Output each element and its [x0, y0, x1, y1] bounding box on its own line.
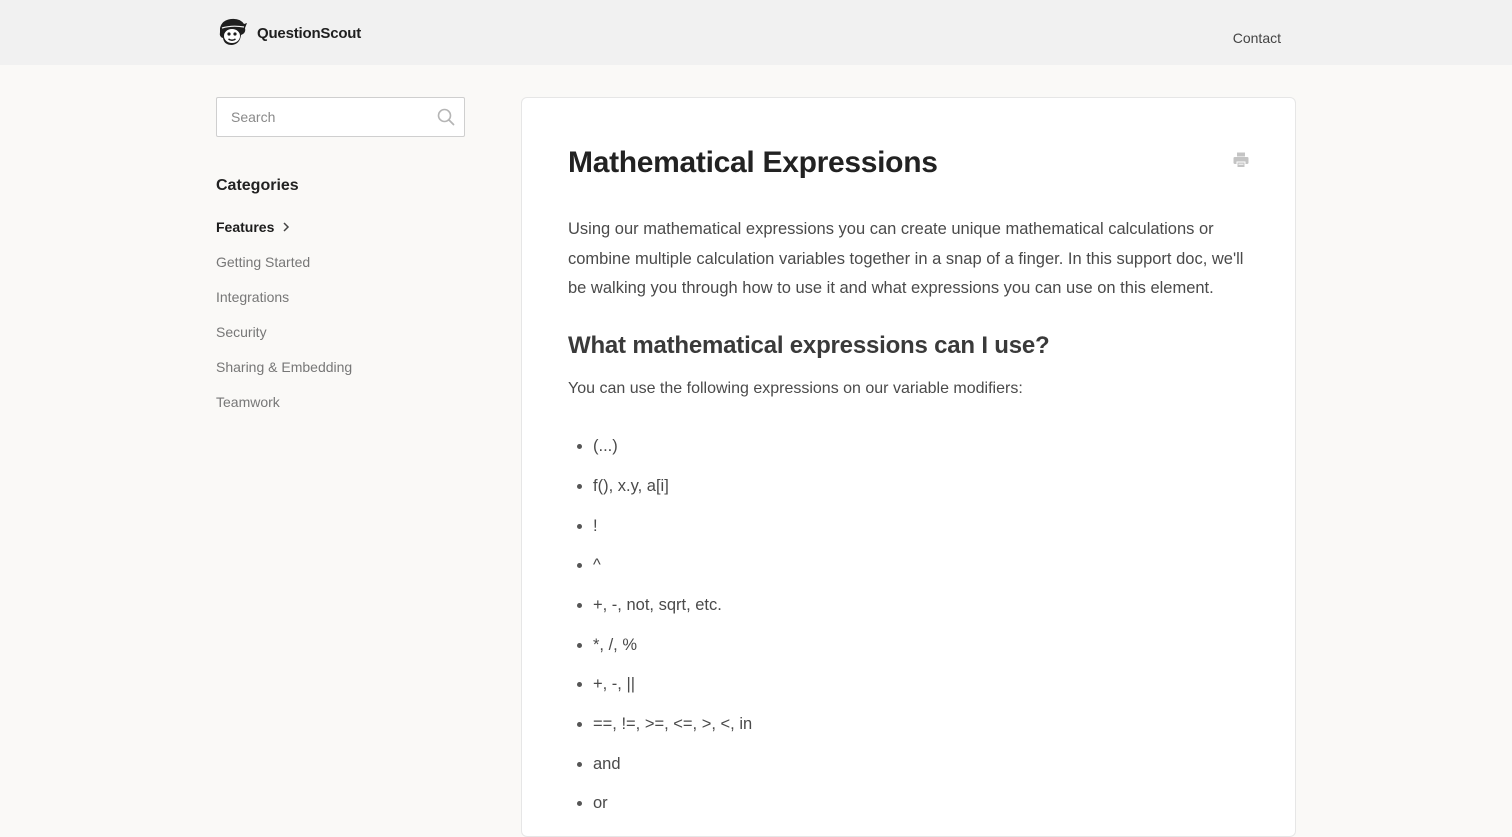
- bullet: [577, 602, 582, 608]
- article-title: Mathematical Expressions: [568, 146, 938, 179]
- expression-text: and: [593, 754, 621, 773]
- list-item: and: [577, 744, 1249, 784]
- list-item: ==, !=, >=, <=, >, <, in: [577, 705, 1249, 745]
- bullet: [577, 642, 582, 648]
- category-security[interactable]: Security: [216, 314, 465, 349]
- list-item: +, -, ||: [577, 665, 1249, 705]
- bullet: [577, 483, 582, 489]
- list-item: *, /, %: [577, 625, 1249, 665]
- category-label: Features: [216, 218, 275, 235]
- sidebar: Categories Features Getting Started Inte…: [216, 97, 465, 419]
- category-teamwork[interactable]: Teamwork: [216, 384, 465, 419]
- category-label: Integrations: [216, 288, 290, 305]
- expression-text: +, -, ||: [593, 675, 636, 694]
- bullet: [577, 444, 582, 450]
- category-sharing-embedding[interactable]: Sharing & Embedding: [216, 349, 465, 384]
- category-getting-started[interactable]: Getting Started: [216, 244, 465, 279]
- brand-logo-link[interactable]: QuestionScout: [216, 17, 361, 49]
- expression-text: or: [593, 794, 608, 813]
- top-bar: QuestionScout Contact: [0, 0, 1512, 65]
- category-features[interactable]: Features: [216, 209, 465, 244]
- bullet: [577, 523, 582, 529]
- list-item: ^: [577, 546, 1249, 586]
- categories-heading: Categories: [216, 177, 299, 194]
- search-icon[interactable]: [436, 107, 456, 127]
- expression-text: (...): [593, 437, 618, 456]
- mascot-logo-icon: [216, 15, 248, 52]
- bullet: [577, 682, 582, 688]
- search-input[interactable]: [231, 109, 436, 125]
- category-integrations[interactable]: Integrations: [216, 279, 465, 314]
- expression-text: +, -, not, sqrt, etc.: [593, 595, 722, 614]
- brand-name: QuestionScout: [257, 24, 362, 42]
- category-label: Getting Started: [216, 253, 311, 270]
- expression-text: f(), x.y, a[i]: [593, 476, 669, 495]
- category-label: Sharing & Embedding: [216, 358, 353, 375]
- chevron-right-icon: [282, 221, 292, 232]
- bullet: [577, 563, 582, 569]
- list-item: +, -, not, sqrt, etc.: [577, 586, 1249, 626]
- list-item: or: [577, 784, 1249, 824]
- section-lead: You can use the following expressions on…: [568, 379, 1023, 397]
- category-label: Security: [216, 323, 267, 340]
- category-label: Teamwork: [216, 393, 280, 410]
- section-heading: What mathematical expressions can I use?: [568, 331, 1050, 359]
- expression-text: ^: [593, 556, 601, 575]
- categories-list: Features Getting Started Integrations Se…: [216, 209, 465, 419]
- expressions-list: (...) f(), x.y, a[i] ! ^ +, -, not, sqrt…: [568, 427, 1249, 824]
- list-item: f(), x.y, a[i]: [577, 466, 1249, 506]
- expression-text: *, /, %: [593, 635, 638, 654]
- bullet: [577, 721, 582, 727]
- expression-text: ==, !=, >=, <=, >, <, in: [593, 714, 753, 733]
- bullet: [577, 761, 582, 767]
- article-card: Mathematical Expressions Using our mathe…: [521, 97, 1296, 837]
- list-item: (...): [577, 427, 1249, 467]
- article-intro: Using our mathematical expressions you c…: [568, 220, 1244, 298]
- expression-text: !: [593, 516, 598, 535]
- search-box: [216, 97, 465, 137]
- list-item: !: [577, 506, 1249, 546]
- bullet: [577, 801, 582, 807]
- printer-icon[interactable]: [1232, 151, 1250, 169]
- contact-link[interactable]: Contact: [1233, 30, 1281, 46]
